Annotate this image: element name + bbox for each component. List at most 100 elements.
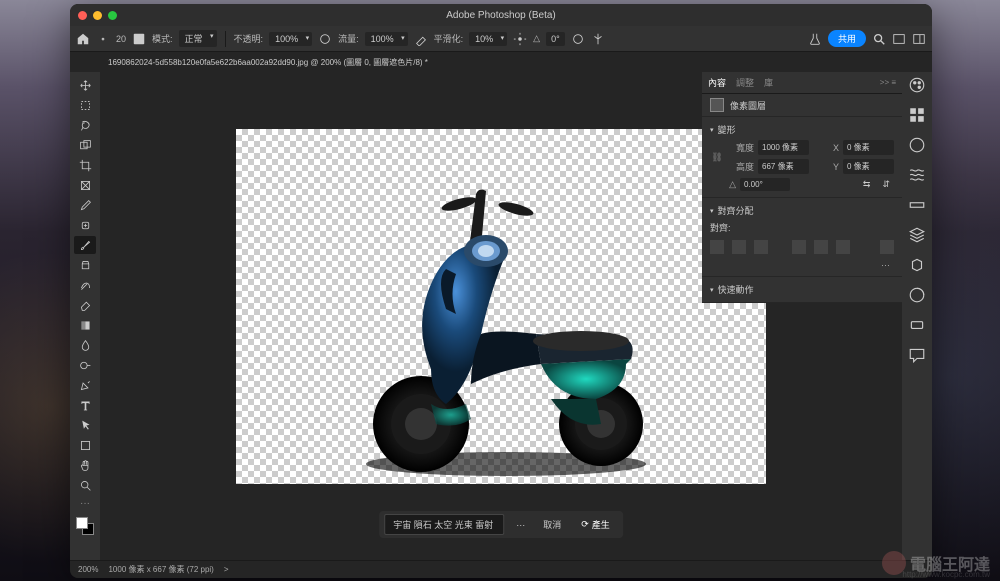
eyedropper-tool[interactable]: [74, 196, 96, 214]
blend-mode-dropdown[interactable]: 正常: [179, 30, 217, 47]
align-label: 對齊:: [710, 221, 731, 234]
libraries-panel-icon[interactable]: [908, 256, 926, 274]
quick-actions-section: 快速動作: [702, 277, 902, 303]
shape-tool[interactable]: [74, 436, 96, 454]
workspace-icon[interactable]: [892, 32, 906, 46]
y-label: Y: [813, 162, 839, 172]
angle-value[interactable]: 0°: [546, 32, 565, 46]
pressure-opacity-icon[interactable]: [318, 32, 332, 46]
align-left-icon[interactable]: [710, 240, 724, 254]
watermark-url: http://www.kocpc.com.tw: [902, 570, 990, 579]
close-window-button[interactable]: [78, 11, 87, 20]
clone-stamp-tool[interactable]: [74, 256, 96, 274]
align-right-icon[interactable]: [754, 240, 768, 254]
more-options-button[interactable]: ···: [510, 517, 531, 533]
comments-panel-icon[interactable]: [908, 346, 926, 364]
share-button[interactable]: 共用: [828, 30, 866, 47]
prompt-input[interactable]: 宇宙 隕石 太空 光束 雷射: [384, 514, 504, 535]
brush-preset-icon[interactable]: [96, 32, 110, 46]
properties-panel: 內容 調整 庫 >> ≡ 像素圖層 變形 ⛓ 寬度 1000 像素 X: [702, 72, 902, 303]
x-input[interactable]: 0 像素: [843, 140, 894, 155]
flip-vertical-icon[interactable]: ⇵: [878, 179, 894, 190]
foreground-color[interactable]: [76, 517, 88, 529]
status-chevron-icon[interactable]: >: [224, 565, 229, 574]
tab-content[interactable]: 內容: [708, 76, 726, 89]
layers-panel-icon[interactable]: [908, 226, 926, 244]
opacity-dropdown[interactable]: 100%: [269, 32, 312, 46]
panel-collapse-button[interactable]: >> ≡: [880, 78, 896, 87]
layer-type-label: 像素圖層: [730, 99, 766, 112]
marquee-tool[interactable]: [74, 96, 96, 114]
align-header[interactable]: 對齊分配: [710, 202, 894, 219]
color-swatches[interactable]: [76, 517, 94, 535]
distribute-icon[interactable]: [880, 240, 894, 254]
smooth-options-icon[interactable]: [513, 32, 527, 46]
paths-panel-icon[interactable]: [908, 316, 926, 334]
height-input[interactable]: 667 像素: [758, 159, 809, 174]
angle-label: △: [533, 33, 540, 44]
symmetry-icon[interactable]: [591, 32, 605, 46]
right-tools: [902, 72, 932, 560]
quick-actions-header[interactable]: 快速動作: [710, 281, 894, 298]
options-bar: 20 模式: 正常 不透明: 100% 流量: 100% 平滑化: 10% △ …: [70, 26, 932, 52]
home-icon[interactable]: [76, 32, 90, 46]
airbrush-icon[interactable]: [414, 32, 428, 46]
tab-adjust[interactable]: 調整: [736, 76, 754, 89]
generate-button[interactable]: ⟳產生: [573, 515, 618, 534]
color-panel-icon[interactable]: [908, 76, 926, 94]
y-input[interactable]: 0 像素: [843, 159, 894, 174]
align-center-h-icon[interactable]: [732, 240, 746, 254]
align-more[interactable]: ···: [710, 258, 894, 272]
history-brush-tool[interactable]: [74, 276, 96, 294]
panel-menu-icon[interactable]: [912, 32, 926, 46]
gradient-tool[interactable]: [74, 316, 96, 334]
lasso-tool[interactable]: [74, 116, 96, 134]
hand-tool[interactable]: [74, 456, 96, 474]
transform-section: 變形 ⛓ 寬度 1000 像素 X 0 像素 高度 667 像素: [702, 117, 902, 198]
brush-size-value[interactable]: 20: [116, 34, 126, 44]
tab-library[interactable]: 庫: [764, 76, 773, 89]
beaker-icon[interactable]: [808, 32, 822, 46]
brush-tool[interactable]: [74, 236, 96, 254]
align-center-v-icon[interactable]: [814, 240, 828, 254]
transform-header[interactable]: 變形: [710, 121, 894, 138]
gradients-panel-icon[interactable]: [908, 136, 926, 154]
zoom-tool[interactable]: [74, 476, 96, 494]
selection-tool[interactable]: [74, 136, 96, 154]
brush-panel-icon[interactable]: [132, 32, 146, 46]
minimize-window-button[interactable]: [93, 11, 102, 20]
frame-tool[interactable]: [74, 176, 96, 194]
search-icon[interactable]: [872, 32, 886, 46]
pen-tool[interactable]: [74, 376, 96, 394]
swatches-panel-icon[interactable]: [908, 106, 926, 124]
adjustments-panel-icon[interactable]: [908, 196, 926, 214]
document-canvas[interactable]: [236, 129, 766, 484]
zoom-level[interactable]: 200%: [78, 565, 98, 574]
cancel-button[interactable]: 取消: [537, 515, 567, 534]
smooth-dropdown[interactable]: 10%: [469, 32, 507, 46]
link-dimensions-icon[interactable]: ⛓: [710, 143, 724, 171]
flow-dropdown[interactable]: 100%: [365, 32, 408, 46]
maximize-window-button[interactable]: [108, 11, 117, 20]
align-bottom-icon[interactable]: [836, 240, 850, 254]
type-tool[interactable]: [74, 396, 96, 414]
document-tab[interactable]: 1690862024-5d558b120e0fa5e622b6aa002a92d…: [100, 54, 436, 71]
angle-input[interactable]: 0.00°: [740, 178, 790, 191]
patterns-panel-icon[interactable]: [908, 166, 926, 184]
generative-fill-bar: 宇宙 隕石 太空 光束 雷射 ··· 取消 ⟳產生: [379, 511, 623, 538]
edit-toolbar[interactable]: ···: [80, 498, 90, 509]
channels-panel-icon[interactable]: [908, 286, 926, 304]
blur-tool[interactable]: [74, 336, 96, 354]
flip-horizontal-icon[interactable]: ⇆: [859, 179, 875, 190]
pressure-size-icon[interactable]: [571, 32, 585, 46]
eraser-tool[interactable]: [74, 296, 96, 314]
width-input[interactable]: 1000 像素: [758, 140, 809, 155]
healing-tool[interactable]: [74, 216, 96, 234]
path-selection-tool[interactable]: [74, 416, 96, 434]
titlebar: Adobe Photoshop (Beta): [70, 4, 932, 26]
crop-tool[interactable]: [74, 156, 96, 174]
window-controls: [78, 11, 117, 20]
dodge-tool[interactable]: [74, 356, 96, 374]
align-top-icon[interactable]: [792, 240, 806, 254]
move-tool[interactable]: [74, 76, 96, 94]
